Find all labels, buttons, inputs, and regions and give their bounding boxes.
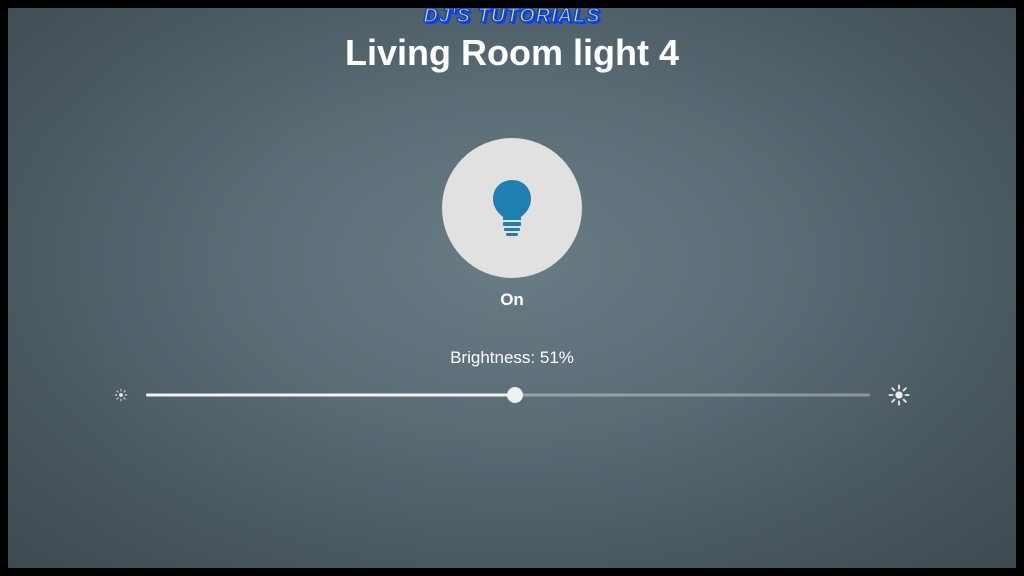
brightness-label: Brightness: 51% [8,348,1016,368]
brightness-slider-container [114,380,910,410]
slider-thumb[interactable] [507,387,523,403]
bulb-icon [487,178,537,238]
power-toggle-button[interactable] [442,138,582,278]
watermark-text: DJ'S TUTORIALS [423,8,600,28]
power-status-label: On [8,290,1016,310]
brightness-slider[interactable] [146,385,870,405]
page-title: Living Room light 4 [8,32,1016,74]
sun-bright-icon [888,384,910,406]
sun-dim-icon [114,388,128,402]
slider-fill [146,394,515,397]
